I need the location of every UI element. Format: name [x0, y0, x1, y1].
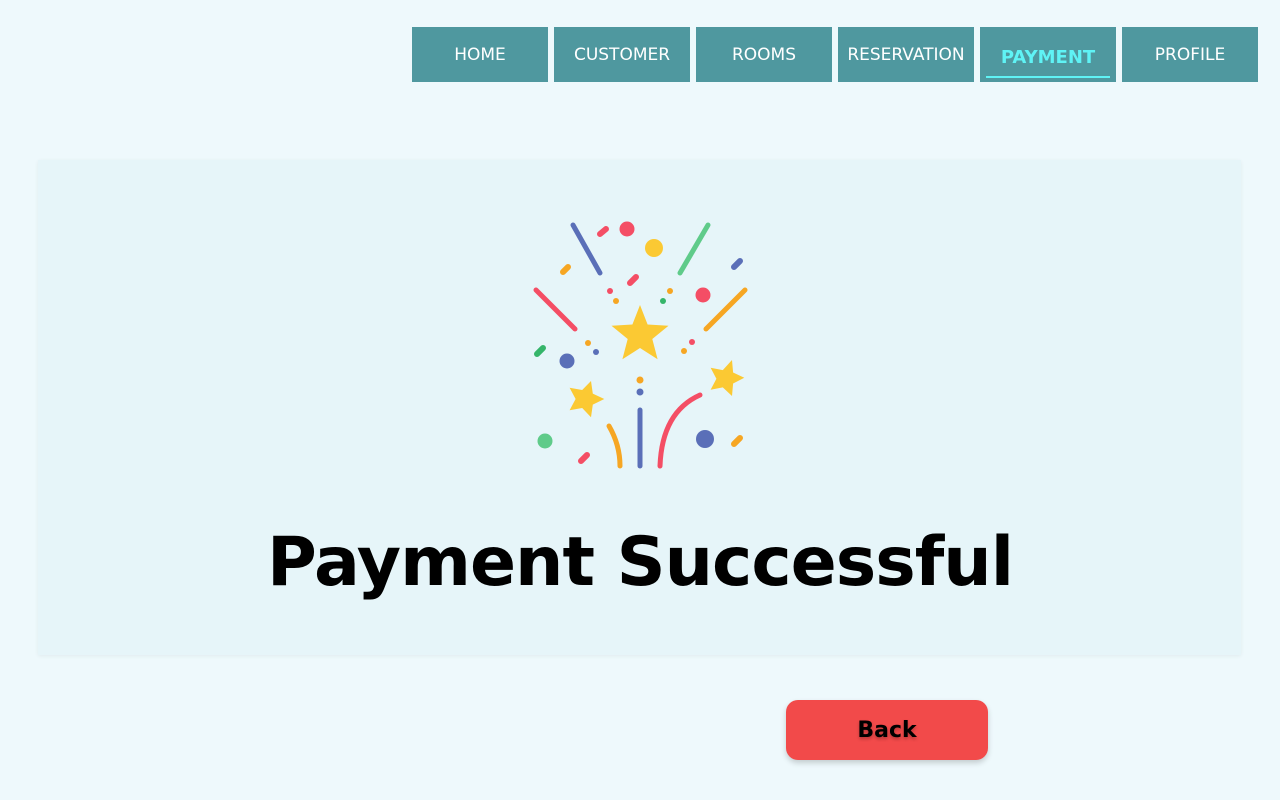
nav-item-label: PAYMENT — [1000, 46, 1096, 68]
nav-item-home[interactable]: HOME — [412, 27, 548, 82]
nav-item-customer[interactable]: CUSTOMER — [554, 27, 690, 82]
page-title: Payment Successful — [266, 523, 1014, 602]
nav-item-label: CUSTOMER — [573, 44, 671, 65]
top-navigation: HOME CUSTOMER ROOMS RESERVATION PAYMENT … — [412, 27, 1258, 82]
confetti-celebration-icon — [533, 221, 748, 469]
nav-item-profile[interactable]: PROFILE — [1122, 27, 1258, 82]
nav-item-label: RESERVATION — [847, 44, 965, 65]
nav-item-reservation[interactable]: RESERVATION — [838, 27, 974, 82]
nav-item-label: HOME — [454, 44, 506, 65]
nav-item-rooms[interactable]: ROOMS — [696, 27, 832, 82]
nav-item-payment[interactable]: PAYMENT — [980, 27, 1116, 82]
back-button[interactable]: Back — [786, 700, 988, 760]
nav-item-label: PROFILE — [1154, 44, 1226, 65]
nav-item-label: ROOMS — [731, 44, 797, 65]
